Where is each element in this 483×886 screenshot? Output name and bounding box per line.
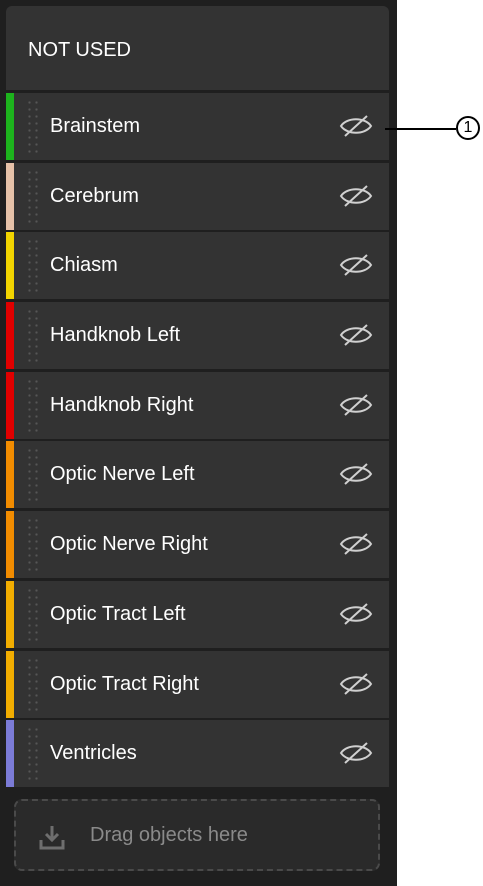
item-label: Ventricles [50, 742, 137, 765]
list-item[interactable]: Handknob Left [6, 302, 389, 370]
eye-hidden-icon[interactable] [339, 323, 373, 347]
color-swatch [6, 511, 14, 579]
drag-handle[interactable] [26, 168, 40, 224]
drag-handle[interactable] [26, 377, 40, 433]
color-swatch [6, 93, 14, 160]
color-swatch [6, 580, 14, 648]
item-label: Handknob Left [50, 324, 181, 347]
eye-hidden-icon[interactable] [339, 741, 373, 765]
list-item[interactable]: Optic Nerve Left [6, 441, 389, 509]
item-label: Brainstem [50, 115, 141, 137]
item-label: Optic Nerve Left [50, 463, 195, 486]
panel-title: NOT USED [28, 39, 131, 61]
list-item[interactable]: Brainstem [6, 93, 389, 160]
color-swatch [6, 720, 14, 788]
list-item[interactable]: Optic Nerve Right [6, 511, 389, 579]
color-swatch [6, 162, 14, 230]
callout-number: 1 [456, 116, 480, 140]
item-label: Optic Nerve Right [50, 533, 208, 556]
list-item[interactable]: Optic Tract Left [6, 580, 389, 648]
drag-handle[interactable] [26, 517, 40, 573]
eye-hidden-icon[interactable] [339, 672, 373, 696]
item-label: Handknob Right [50, 393, 194, 416]
color-swatch [6, 650, 14, 718]
list-item[interactable]: Optic Tract Right [6, 650, 389, 718]
drag-handle[interactable] [26, 656, 40, 712]
item-label: Optic Tract Right [50, 672, 199, 695]
list-item[interactable]: Handknob Right [6, 371, 389, 439]
panel-header: NOT USED [6, 6, 389, 90]
eye-hidden-icon[interactable] [339, 602, 373, 626]
eye-hidden-icon[interactable] [339, 393, 373, 417]
objects-panel: NOT USED Brainstem Cerebrum Chiasm Handk… [0, 0, 397, 886]
drag-handle[interactable] [26, 238, 40, 294]
eye-hidden-icon[interactable] [339, 114, 373, 138]
color-swatch [6, 232, 14, 300]
color-swatch [6, 302, 14, 370]
drag-handle[interactable] [26, 99, 40, 154]
item-label: Cerebrum [50, 184, 139, 207]
object-list: Brainstem Cerebrum Chiasm Handknob Left … [6, 93, 389, 790]
drop-zone[interactable]: Drag objects here [14, 799, 380, 871]
item-label: Chiasm [50, 254, 118, 277]
list-item[interactable]: Ventricles [6, 720, 389, 788]
drag-handle[interactable] [26, 726, 40, 782]
drop-zone-label: Drag objects here [90, 824, 248, 846]
color-swatch [6, 441, 14, 509]
download-tray-icon [38, 823, 66, 851]
color-swatch [6, 371, 14, 439]
eye-hidden-icon[interactable] [339, 462, 373, 486]
drag-handle[interactable] [26, 586, 40, 642]
item-label: Optic Tract Left [50, 602, 186, 625]
eye-hidden-icon[interactable] [339, 184, 373, 208]
eye-hidden-icon[interactable] [339, 532, 373, 556]
drag-handle[interactable] [26, 308, 40, 364]
list-item[interactable]: Cerebrum [6, 162, 389, 230]
drag-handle[interactable] [26, 447, 40, 503]
eye-hidden-icon[interactable] [339, 253, 373, 277]
callout-line [385, 128, 456, 130]
list-item[interactable]: Chiasm [6, 232, 389, 300]
